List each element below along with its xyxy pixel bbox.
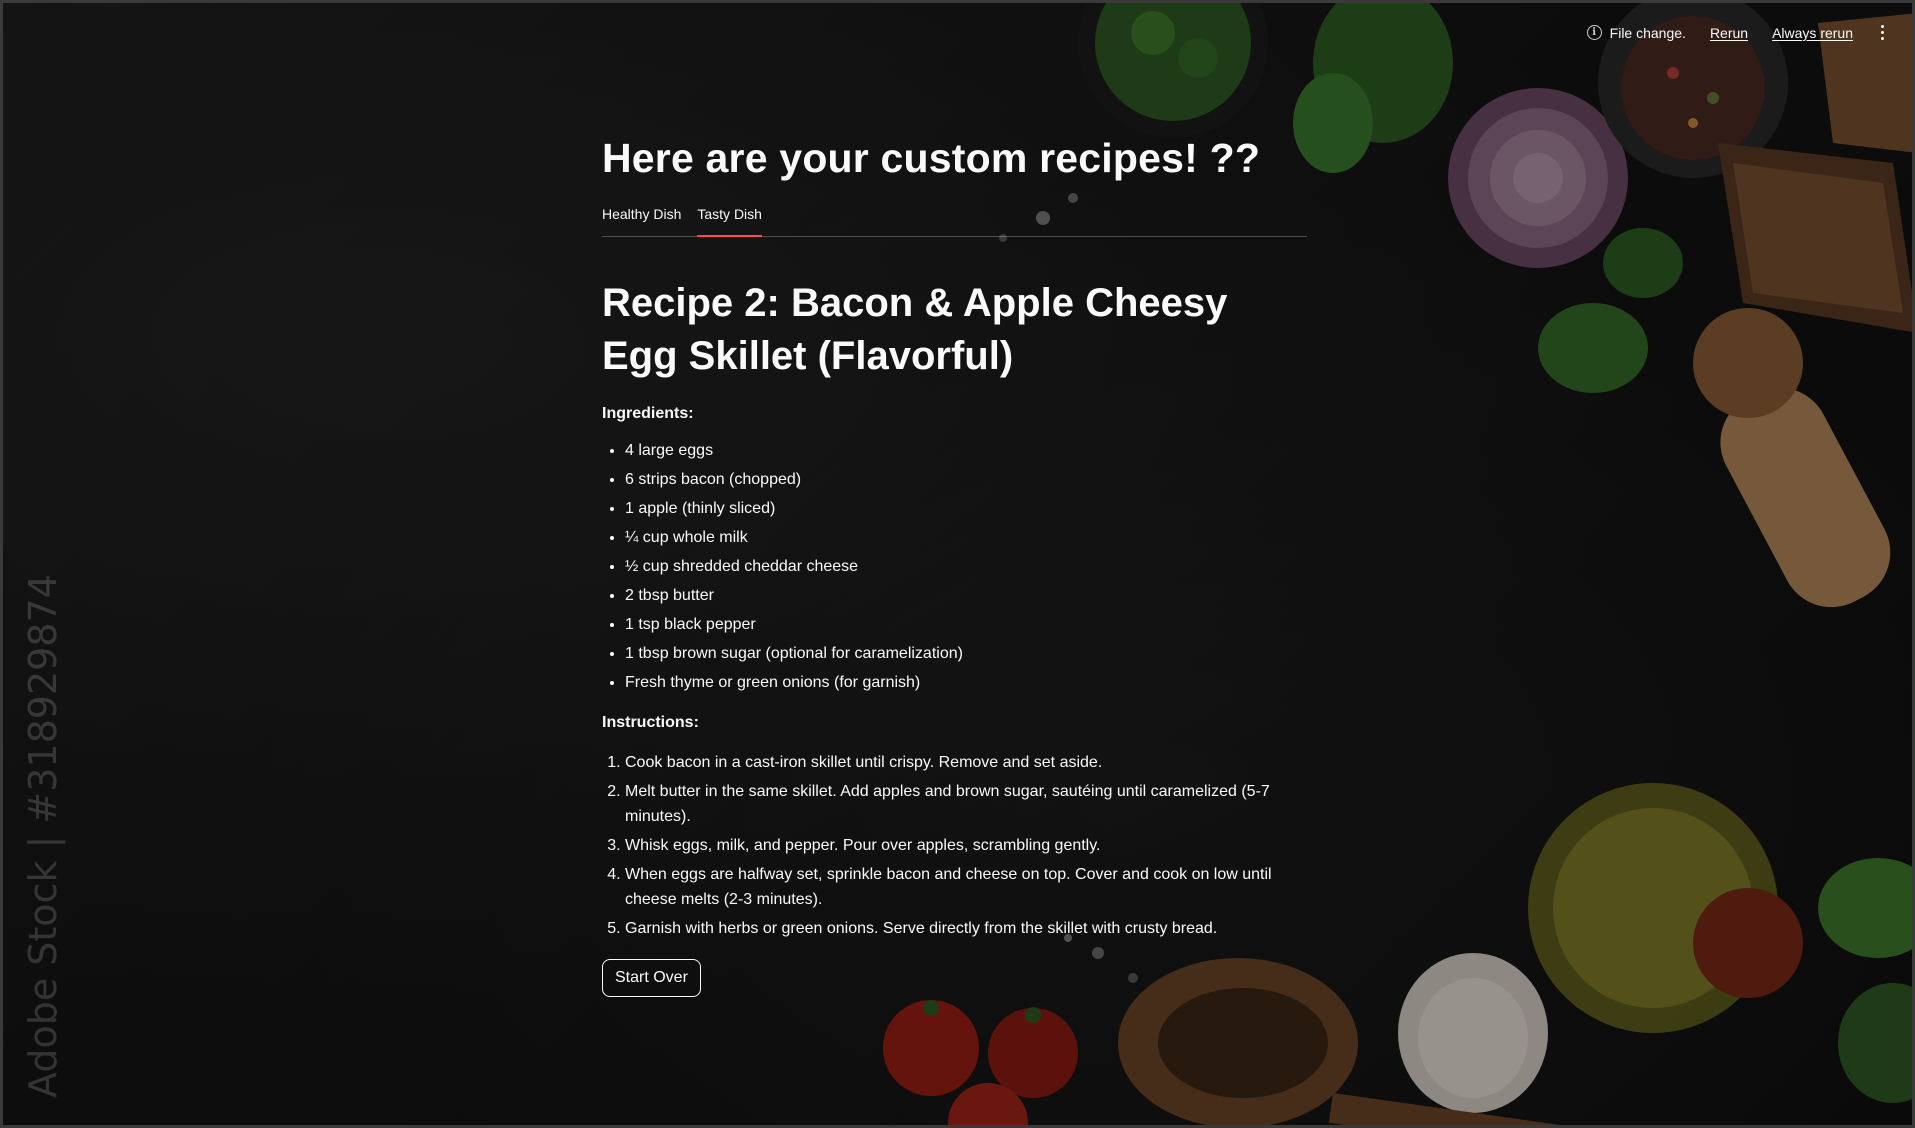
app-window: Adobe Stock | #318929874 i File change. … <box>0 0 1915 1128</box>
list-item: 2 tbsp butter <box>625 586 1307 606</box>
kebab-menu-icon[interactable] <box>1877 23 1888 42</box>
list-item: Cook bacon in a cast-iron skillet until … <box>625 750 1307 775</box>
rerun-button[interactable]: Rerun <box>1710 25 1748 41</box>
top-toolbar: i File change. Rerun Always rerun <box>1586 23 1888 42</box>
list-item: 1 tbsp brown sugar (optional for caramel… <box>625 644 1307 664</box>
watermark: Adobe Stock | #318929874 <box>21 574 65 1098</box>
always-rerun-button[interactable]: Always rerun <box>1772 25 1853 41</box>
list-item: 4 large eggs <box>625 441 1307 461</box>
tab-tasty-dish[interactable]: Tasty Dish <box>697 206 762 238</box>
list-item: Fresh thyme or green onions (for garnish… <box>625 673 1307 693</box>
list-item: ¼ cup whole milk <box>625 528 1307 548</box>
tab-healthy-dish[interactable]: Healthy Dish <box>602 206 681 236</box>
list-item: 1 apple (thinly sliced) <box>625 499 1307 519</box>
instructions-list: Cook bacon in a cast-iron skillet until … <box>602 750 1307 941</box>
list-item: When eggs are halfway set, sprinkle baco… <box>625 862 1307 912</box>
file-change-status: i File change. <box>1586 24 1686 41</box>
start-over-button[interactable]: Start Over <box>602 959 701 998</box>
list-item: 6 strips bacon (chopped) <box>625 470 1307 490</box>
status-text: File change. <box>1609 24 1686 41</box>
ingredients-heading: Ingredients: <box>602 405 694 423</box>
tab-bar: Healthy Dish Tasty Dish <box>602 206 1307 238</box>
info-icon: i <box>1586 25 1602 40</box>
list-item: Melt butter in the same skillet. Add app… <box>625 779 1307 829</box>
main-content: Here are your custom recipes! ?? Healthy… <box>602 133 1307 998</box>
recipe-title: Recipe 2: Bacon & Apple Cheesy Egg Skill… <box>602 281 1228 379</box>
list-item: Garnish with herbs or green onions. Serv… <box>625 916 1307 941</box>
ingredients-list: 4 large eggs 6 strips bacon (chopped) 1 … <box>602 441 1307 693</box>
page-title: Here are your custom recipes! ?? <box>602 135 1261 181</box>
list-item: ½ cup shredded cheddar cheese <box>625 557 1307 577</box>
instructions-heading: Instructions: <box>602 714 699 732</box>
list-item: 1 tsp black pepper <box>625 615 1307 635</box>
list-item: Whisk eggs, milk, and pepper. Pour over … <box>625 833 1307 858</box>
